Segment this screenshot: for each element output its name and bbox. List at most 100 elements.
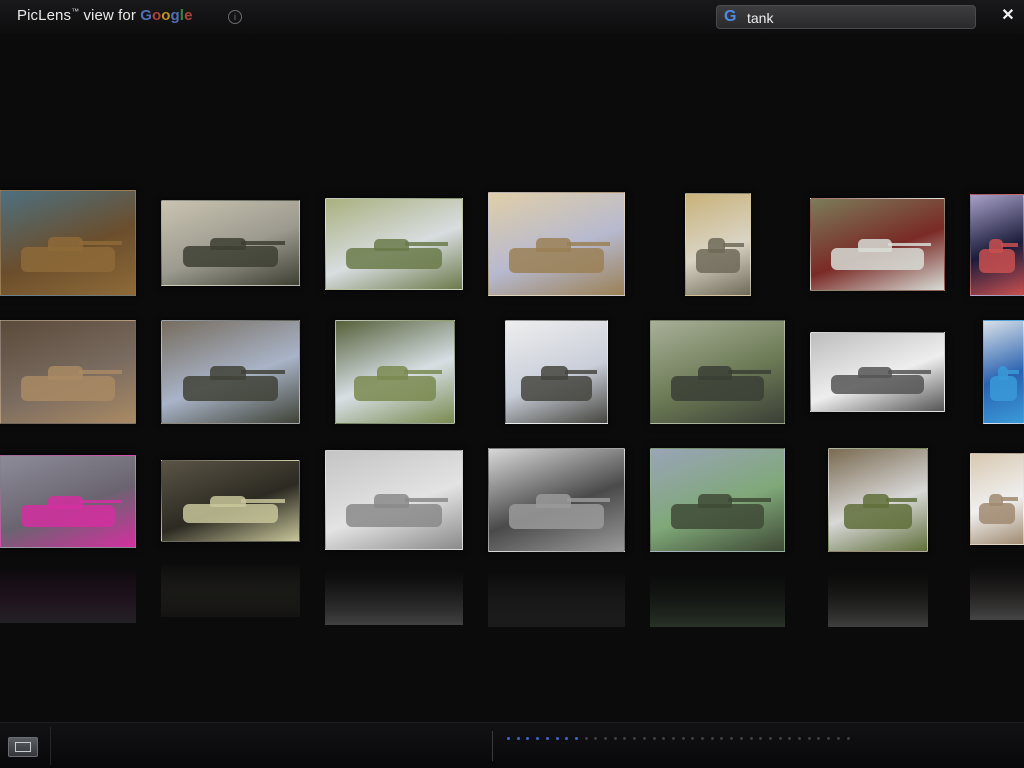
- pager-dot[interactable]: [507, 737, 510, 740]
- image-thumbnail[interactable]: [161, 460, 300, 542]
- close-button[interactable]: ✕: [998, 6, 1018, 26]
- image-thumbnail[interactable]: [0, 190, 136, 296]
- thumbnail-reflection: [161, 562, 300, 617]
- pager-dot[interactable]: [584, 737, 588, 740]
- pager-dot[interactable]: [633, 737, 637, 740]
- image-thumbnail[interactable]: [161, 200, 300, 286]
- image-thumbnail[interactable]: [970, 194, 1024, 296]
- thumbnail-turret-shape: [697, 365, 733, 381]
- pager-dot[interactable]: [555, 737, 559, 740]
- pager-dot[interactable]: [759, 737, 763, 740]
- image-thumbnail[interactable]: [335, 320, 455, 424]
- pager-dot[interactable]: [817, 737, 821, 740]
- image-thumbnail[interactable]: [325, 450, 463, 550]
- image-thumbnail[interactable]: [488, 192, 625, 296]
- google-logo-letter: o: [151, 7, 162, 24]
- thumbnail-gun-shape: [888, 370, 931, 374]
- google-logo: Google: [140, 7, 192, 24]
- thumbnail-reflection: [0, 568, 136, 623]
- pager-dot[interactable]: [574, 737, 578, 740]
- thumbnail-gun-shape: [241, 241, 286, 245]
- pager-dot[interactable]: [613, 737, 617, 740]
- pager-dot[interactable]: [846, 737, 850, 740]
- pager-dot[interactable]: [827, 737, 831, 740]
- scrollbar-edge: [492, 731, 493, 761]
- pager-dot[interactable]: [681, 737, 685, 740]
- thumbnail-turret-shape: [536, 237, 572, 253]
- pager-dot[interactable]: [730, 737, 734, 740]
- pager-dot[interactable]: [798, 737, 801, 740]
- image-thumbnail[interactable]: [0, 320, 136, 424]
- title-prefix: PicLens: [17, 7, 72, 24]
- thumbnail-gun-shape: [888, 242, 931, 247]
- thumbnail-turret-shape: [209, 496, 246, 508]
- google-logo-letter: G: [140, 7, 152, 24]
- title-mid: view for: [79, 7, 141, 24]
- top-bar: PicLens™ view for Google i G tank ✕: [0, 0, 1024, 34]
- google-g-icon: G: [724, 8, 737, 25]
- thumbnail-gun-shape: [241, 499, 286, 503]
- thumbnail-gun-shape: [404, 498, 449, 502]
- pager-dot[interactable]: [691, 737, 695, 740]
- pager-dot[interactable]: [710, 737, 714, 740]
- fullscreen-icon: [15, 742, 31, 752]
- pager-dot[interactable]: [739, 737, 743, 740]
- piclens-window: PicLens™ view for Google i G tank ✕: [0, 0, 1024, 768]
- pager-dot[interactable]: [642, 737, 646, 740]
- image-thumbnail[interactable]: [505, 320, 608, 424]
- thumbnail-gun-shape: [1001, 497, 1018, 501]
- image-thumbnail[interactable]: [810, 332, 945, 412]
- thumbnail-gun-shape: [1001, 243, 1018, 247]
- pager-dot[interactable]: [623, 737, 627, 740]
- info-icon[interactable]: i: [228, 10, 242, 24]
- thumbnail-gun-shape: [728, 497, 771, 503]
- pager-dot[interactable]: [662, 737, 666, 740]
- pager-dot[interactable]: [604, 737, 607, 740]
- pager-dot[interactable]: [749, 737, 753, 740]
- thumbnail-turret-shape: [47, 496, 83, 509]
- thumbnail-gun-shape: [567, 497, 611, 503]
- image-thumbnail[interactable]: [810, 198, 945, 291]
- image-thumbnail[interactable]: [650, 320, 785, 424]
- pager-dot[interactable]: [536, 737, 540, 740]
- thumbnail-turret-shape: [697, 493, 733, 509]
- pager-dot[interactable]: [807, 737, 811, 740]
- pager-dot[interactable]: [652, 737, 656, 740]
- pager-dot[interactable]: [768, 737, 772, 740]
- google-logo-letter: o: [161, 7, 171, 24]
- search-input[interactable]: tank: [747, 10, 773, 26]
- image-thumbnail[interactable]: [828, 448, 928, 552]
- pager-dot[interactable]: [671, 737, 675, 740]
- pager-dot[interactable]: [836, 737, 840, 740]
- image-thumbnail[interactable]: [488, 448, 625, 552]
- google-logo-letter: e: [184, 7, 193, 24]
- pager-dot[interactable]: [565, 737, 569, 740]
- pager-dot[interactable]: [720, 737, 724, 740]
- pager-dot[interactable]: [594, 737, 598, 740]
- thumbnail-gun-shape: [567, 241, 611, 247]
- image-thumbnail[interactable]: [325, 198, 463, 290]
- image-thumbnail[interactable]: [983, 320, 1024, 424]
- image-thumbnail[interactable]: [685, 193, 751, 296]
- trademark: ™: [71, 7, 80, 16]
- pager-dot[interactable]: [778, 737, 782, 740]
- pager-dot[interactable]: [788, 737, 792, 740]
- thumbnail-turret-shape: [857, 367, 893, 379]
- image-thumbnail[interactable]: [161, 320, 300, 424]
- image-thumbnail[interactable]: [650, 448, 785, 552]
- thumbnail-gun-shape: [404, 242, 449, 246]
- pager-dot[interactable]: [526, 737, 530, 740]
- pager-dot[interactable]: [516, 737, 520, 740]
- thumbnail-gun-shape: [728, 369, 771, 375]
- wall-scrollbar[interactable]: [492, 731, 862, 761]
- image-wall[interactable]: [0, 0, 1024, 720]
- image-thumbnail[interactable]: [970, 453, 1024, 545]
- search-box[interactable]: G tank: [716, 5, 976, 29]
- pager-dot[interactable]: [545, 737, 549, 740]
- pager-dot[interactable]: [701, 737, 704, 740]
- fullscreen-button[interactable]: [8, 737, 38, 757]
- thumbnail-tank-shape: [182, 504, 279, 524]
- thumbnail-turret-shape: [47, 236, 83, 252]
- thumbnail-gun-shape: [885, 497, 918, 503]
- image-thumbnail[interactable]: [0, 455, 136, 548]
